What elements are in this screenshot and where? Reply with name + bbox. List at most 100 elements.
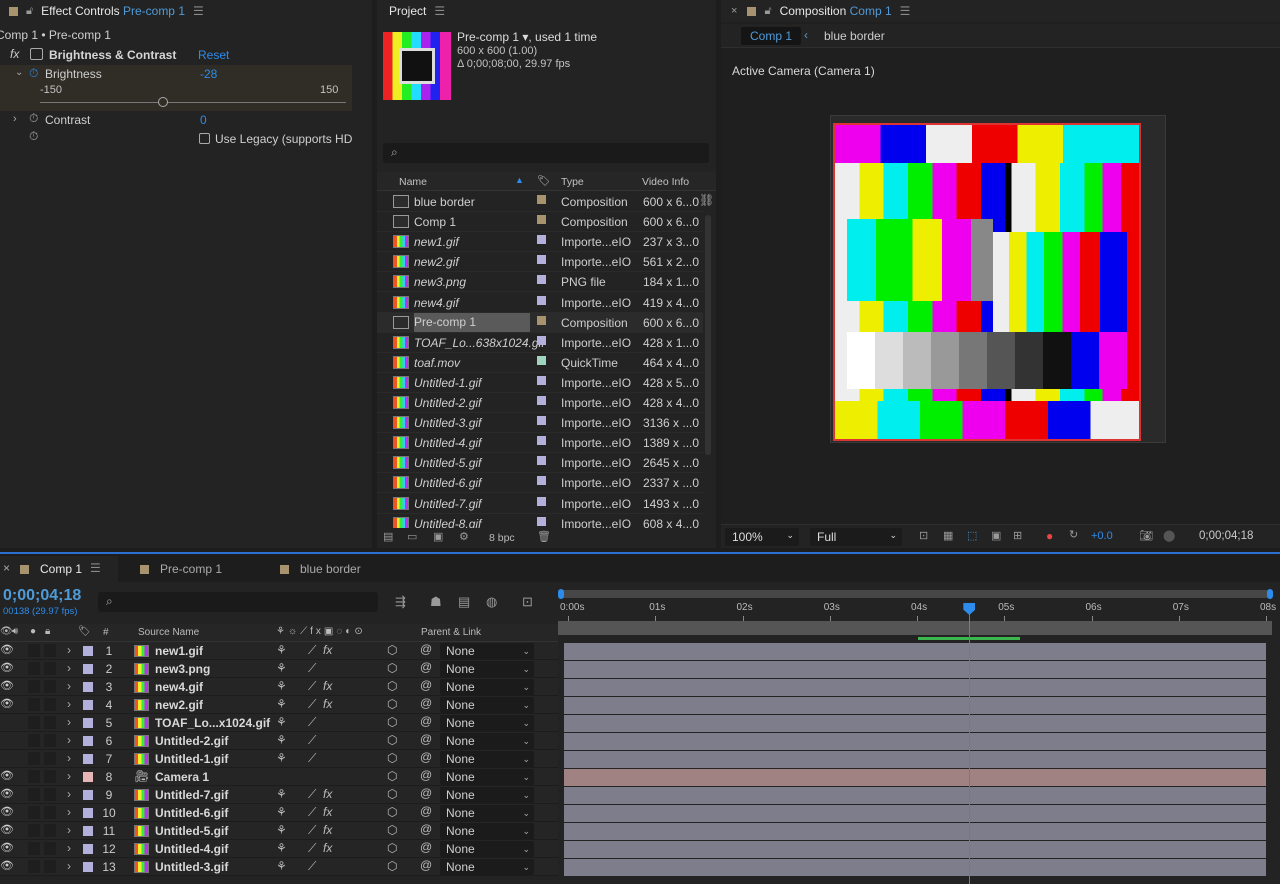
legacy-checkbox[interactable] — [199, 133, 210, 144]
layer-duration-bar[interactable] — [564, 679, 1266, 696]
layer-duration-bar[interactable] — [564, 661, 1266, 678]
label-color-swatch[interactable] — [537, 235, 546, 245]
label-color-swatch[interactable] — [537, 416, 546, 426]
bpc-button[interactable]: 8 bpc — [489, 532, 515, 544]
new-folder-icon[interactable]: ▭ — [407, 530, 417, 543]
tab-comp-1[interactable]: × Comp 1 ☰ — [0, 556, 118, 582]
interpret-footage-icon[interactable]: ▤ — [383, 530, 393, 543]
label-color-swatch[interactable] — [537, 396, 546, 405]
comp-viewer[interactable] — [830, 115, 1166, 443]
layer-duration-bar[interactable] — [564, 697, 1266, 714]
layer-duration-bar[interactable] — [564, 715, 1266, 732]
project-search-input[interactable]: ⌕ — [383, 143, 709, 163]
label-color-swatch[interactable] — [537, 355, 546, 365]
close-icon[interactable]: × — [731, 5, 737, 17]
label-color-swatch[interactable] — [537, 476, 546, 486]
brightness-slider-track[interactable] — [40, 102, 346, 103]
layer-duration-bar[interactable] — [564, 787, 1266, 804]
project-item[interactable]: Pre-comp 1 Composition 600 x 6...0 — [377, 312, 703, 333]
project-item[interactable]: Untitled-1.gif Importe...eIO 428 x 5...0 — [377, 373, 703, 393]
trash-icon[interactable]: 🗑︎ — [537, 530, 551, 543]
project-item[interactable]: Untitled-4.gif Importe...eIO 1389 x ...0 — [377, 433, 703, 454]
label-color-swatch[interactable] — [537, 335, 546, 345]
tab-blue-border[interactable]: blue border — [300, 562, 361, 576]
project-item[interactable]: blue border Composition 600 x 6...0 — [377, 192, 703, 212]
zoom-select[interactable]: 100% ⌄ — [725, 528, 799, 546]
video-switch-icon[interactable]: 👁︎ — [0, 626, 13, 637]
timeline-search-input[interactable]: ⌕ — [98, 592, 378, 612]
grid-guides-icon[interactable]: ⊞ — [1013, 529, 1022, 542]
col-source-name[interactable]: Source Name — [138, 627, 199, 638]
project-item[interactable]: Untitled-3.gif Importe...eIO 3136 x ...0 — [377, 413, 703, 434]
project-item-name[interactable]: Pre-comp 1 ▾, used 1 time — [457, 30, 597, 44]
label-color-swatch[interactable] — [537, 315, 546, 325]
lock-icon[interactable]: 🔓︎ — [26, 5, 33, 18]
project-item[interactable]: Untitled-2.gif Importe...eIO 428 x 4...0 — [377, 393, 703, 413]
audio-switch-icon[interactable]: 🔊︎ — [12, 626, 18, 637]
project-item[interactable]: TOAF_Lo...638x1024.gif Importe...eIO 428 x… — [377, 333, 703, 353]
sort-ascending-icon[interactable]: ▲ — [515, 175, 524, 185]
project-item[interactable]: new3.png PNG file 184 x 1...0 — [377, 272, 703, 293]
flowchart-icon[interactable]: ⛓︎ — [699, 193, 714, 207]
show-snapshot-icon[interactable]: ⬤ — [1163, 529, 1175, 542]
crumb-blue-border[interactable]: blue border — [824, 29, 885, 43]
panel-menu-icon[interactable]: ☰ — [193, 4, 204, 18]
col-type[interactable]: Type — [561, 176, 584, 188]
col-video-info[interactable]: Video Info — [642, 176, 689, 188]
layer-duration-bar[interactable] — [564, 859, 1266, 876]
exposure-value[interactable]: +0.0 — [1091, 530, 1113, 542]
project-item[interactable]: Untitled-8.gif Importe...eIO 608 x 4...0 — [377, 514, 703, 528]
label-color-swatch[interactable] — [537, 215, 546, 225]
composition-tab[interactable]: × 🔓︎ Composition Comp 1 ☰ — [721, 0, 1280, 22]
panel-menu-icon[interactable]: ☰ — [434, 4, 445, 18]
fast-preview-icon[interactable]: ⊡ — [919, 529, 928, 542]
label-color-swatch[interactable] — [537, 496, 546, 506]
stopwatch-icon[interactable]: ⏱︎ — [29, 66, 38, 81]
project-item[interactable]: new4.gif Importe...eIO 419 x 4...0 — [377, 293, 703, 313]
effect-controls-tab[interactable]: 🔓︎ Effect Controls Pre-comp 1 ☰ — [0, 0, 372, 22]
project-scrollbar[interactable] — [705, 215, 711, 455]
project-item[interactable]: Untitled-6.gif Importe...eIO 2337 x ...0 — [377, 473, 703, 494]
motion-blur-icon[interactable]: ◍ — [486, 594, 497, 610]
brightness-value[interactable]: -28 — [200, 67, 217, 81]
project-item[interactable]: Untitled-7.gif Importe...eIO 1493 x ...0 — [377, 494, 703, 514]
col-parent-link[interactable]: Parent & Link — [421, 627, 481, 638]
stopwatch-icon[interactable]: ⏱︎ — [29, 111, 38, 126]
project-item[interactable]: Untitled-5.gif Importe...eIO 2645 x ...0 — [377, 453, 703, 474]
brightness-slider-thumb[interactable] — [158, 97, 168, 107]
tab-pre-comp-1[interactable]: Pre-comp 1 — [160, 562, 222, 576]
camera-snapshot-icon[interactable]: 📷︎ — [1139, 529, 1153, 542]
lock-switch-icon[interactable]: 🔒︎ — [45, 626, 50, 637]
contrast-value[interactable]: 0 — [200, 113, 207, 127]
frame-blending-icon[interactable]: ▤ — [458, 594, 470, 610]
panel-menu-icon[interactable]: ☰ — [90, 561, 101, 575]
layer-duration-bar[interactable] — [564, 751, 1266, 768]
layer-duration-bar[interactable] — [564, 733, 1266, 750]
time-ruler[interactable]: 0:00s 01s 02s 03s 04s 05s 06s 07s 08s — [558, 588, 1280, 635]
chevron-down-icon[interactable]: ⌄ — [15, 67, 23, 78]
label-color-swatch[interactable] — [537, 456, 546, 466]
shy-layers-icon[interactable]: ☗ — [430, 594, 442, 610]
adjust-settings-icon[interactable]: ⚙︎ — [459, 530, 469, 543]
effect-row[interactable]: fx Brightness & Contrast Reset — [0, 46, 352, 64]
label-color-swatch[interactable] — [537, 255, 546, 265]
chevron-right-icon[interactable]: › — [13, 113, 17, 125]
graph-editor-icon[interactable]: ⊡ — [522, 594, 533, 610]
label-color-swatch[interactable] — [537, 375, 546, 385]
draft-3d-icon[interactable]: ⇶ — [395, 594, 406, 610]
project-item[interactable]: new1.gif Importe...eIO 237 x 3...0 — [377, 232, 703, 253]
project-item[interactable]: toaf.mov QuickTime 464 x 4...0 — [377, 353, 703, 373]
panel-menu-icon[interactable]: ☰ — [900, 4, 911, 18]
stopwatch-icon[interactable]: ⏱︎ — [29, 129, 38, 144]
project-item[interactable]: Comp 1 Composition 600 x 6...0 — [377, 212, 703, 233]
channels-icon[interactable]: ● — [1046, 529, 1053, 543]
new-composition-icon[interactable]: ▣ — [433, 530, 443, 543]
close-icon[interactable]: × — [3, 561, 10, 575]
label-color-swatch[interactable] — [537, 436, 546, 446]
layer-duration-bar[interactable] — [564, 823, 1266, 840]
lock-icon[interactable]: 🔓︎ — [764, 5, 771, 18]
viewer-timecode[interactable]: 0;00;04;18 — [1199, 530, 1253, 542]
label-color-swatch[interactable] — [537, 295, 546, 305]
label-color-swatch[interactable] — [537, 195, 546, 204]
mask-visibility-icon[interactable]: ⬚ — [967, 529, 977, 542]
